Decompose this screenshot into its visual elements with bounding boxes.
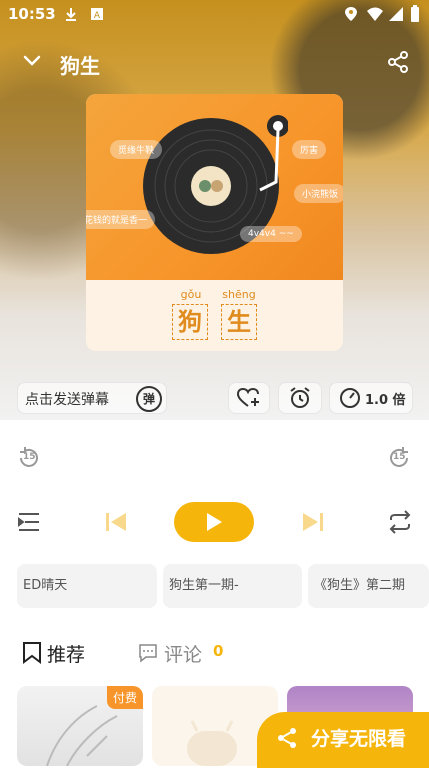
battery-icon xyxy=(411,5,419,22)
paid-badge: 付费 xyxy=(106,686,143,709)
danmaku-placeholder: 点击发送弹幕 xyxy=(25,392,109,408)
page-title: 狗生 xyxy=(60,54,100,78)
svg-text:A: A xyxy=(94,11,101,21)
cover-card: 觅缘牛鞅 厉害 小浣熊饭 花钱的就是香一 4v4v4 ~~ gǒu shēng … xyxy=(86,94,343,351)
alarm-clock-icon xyxy=(290,387,310,408)
play-icon xyxy=(207,513,222,531)
download-icon xyxy=(66,8,76,21)
cover-art: 觅缘牛鞅 厉害 小浣熊饭 花钱的就是香一 4v4v4 ~~ xyxy=(86,94,343,280)
forward-seconds: 15 xyxy=(393,452,406,462)
pinyin-label: shēng xyxy=(222,288,256,301)
timer-button[interactable] xyxy=(278,382,322,414)
danmaku-bubble: 觅缘牛鞅 xyxy=(110,140,163,159)
hanzi-char: 狗 xyxy=(172,304,208,340)
signal-icon xyxy=(389,7,403,21)
share-icon[interactable] xyxy=(386,50,410,74)
speedometer-icon xyxy=(340,388,360,408)
wifi-icon xyxy=(367,7,383,21)
next-icon[interactable] xyxy=(301,511,325,533)
placeholder-robot-icon xyxy=(187,720,237,766)
hanzi-char: 生 xyxy=(221,304,257,340)
danmaku-bubble: 小浣熊饭 xyxy=(294,184,343,203)
playlist-item[interactable]: ED晴天 xyxy=(17,564,157,608)
forward-15-button[interactable]: 15 xyxy=(387,446,411,470)
share-free-listen-button[interactable]: 分享无限看 xyxy=(257,712,429,768)
danmaku-toggle-icon[interactable]: 弹 xyxy=(136,386,162,412)
pinyin-label: gǒu xyxy=(180,288,202,301)
playlist-icon[interactable] xyxy=(17,510,41,534)
tonearm-icon xyxy=(259,115,288,192)
speed-label: 1.0 倍 xyxy=(365,393,406,408)
status-bar: 10:53 A xyxy=(0,0,429,28)
clock: 10:53 xyxy=(8,5,56,23)
location-icon xyxy=(345,7,357,21)
rewind-15-button[interactable]: 15 xyxy=(17,446,41,470)
like-button[interactable] xyxy=(228,382,270,414)
speed-button[interactable]: 1.0 倍 xyxy=(329,382,413,414)
danmaku-bubble: 4v4v4 ~~ xyxy=(240,226,302,242)
play-button[interactable] xyxy=(174,502,254,542)
tab-comments[interactable]: 评论 xyxy=(164,640,202,667)
app-notification-icon: A xyxy=(91,8,103,21)
danmaku-bubble: 厉害 xyxy=(292,140,327,159)
share-icon xyxy=(278,728,296,748)
bookmark-icon xyxy=(23,642,41,664)
chevron-down-icon[interactable] xyxy=(22,54,42,68)
danmaku-input[interactable]: 点击发送弹幕 弹 xyxy=(17,382,167,414)
comment-icon xyxy=(139,644,157,663)
share-label: 分享无限看 xyxy=(311,728,407,750)
tab-recommend[interactable]: 推荐 xyxy=(47,640,85,667)
comment-count-badge: 0 xyxy=(213,642,224,660)
playlist-item[interactable]: 狗生第一期- xyxy=(163,564,302,608)
top-bar: 狗生 xyxy=(0,40,429,84)
repeat-icon[interactable] xyxy=(387,510,413,534)
rewind-seconds: 15 xyxy=(23,452,36,462)
previous-icon[interactable] xyxy=(104,511,128,533)
playlist-item[interactable]: 《狗生》第二期 xyxy=(308,564,429,608)
heart-plus-icon xyxy=(237,388,259,407)
recommend-card[interactable]: 付费 xyxy=(17,686,143,766)
danmaku-bubble: 花钱的就是香一 xyxy=(86,210,156,229)
